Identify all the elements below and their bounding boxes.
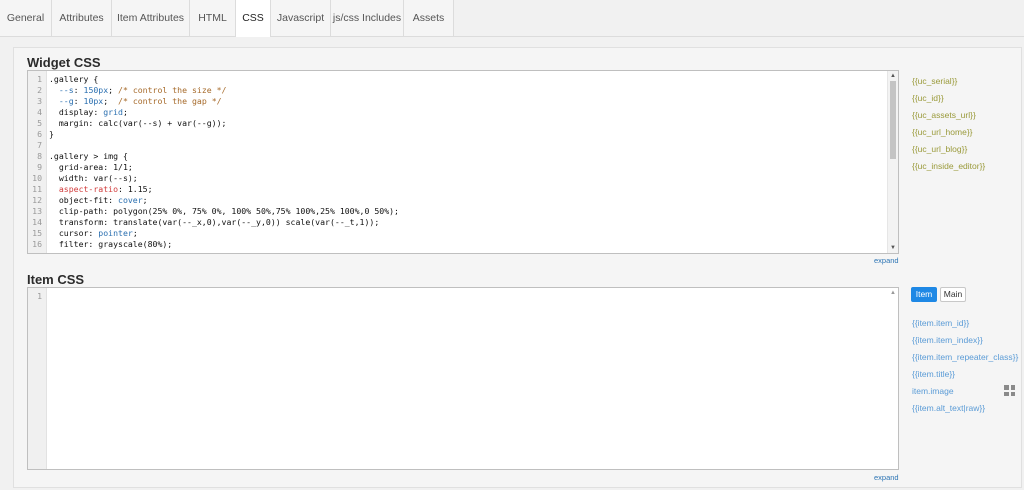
placeholder-uc-id[interactable]: {{uc_id}} [912, 93, 944, 103]
code-text[interactable]: object-fit: cover; [49, 195, 148, 206]
placeholder-item-title[interactable]: {{item.title}} [912, 369, 955, 379]
scroll-up-arrow-icon[interactable]: ▲ [889, 72, 897, 80]
placeholder-uc-serial[interactable]: {{uc_serial}} [912, 76, 957, 86]
code-text[interactable]: .gallery > img { [49, 151, 128, 162]
editor-scrollbar[interactable]: ▲ [888, 288, 898, 469]
code-line[interactable]: 13 clip-path: polygon(25% 0%, 75% 0%, 10… [28, 206, 898, 217]
code-text[interactable]: margin: calc(var(--s) + var(--g)); [49, 118, 227, 129]
tab-assets[interactable]: Assets [404, 0, 454, 36]
code-line[interactable]: 4 display: grid; [28, 107, 898, 118]
line-number: 14 [32, 217, 42, 227]
line-number: 5 [37, 118, 42, 128]
code-text[interactable]: --g: 10px; /* control the gap */ [49, 96, 222, 107]
line-number: 2 [37, 85, 42, 95]
scroll-up-arrow-icon[interactable]: ▲ [889, 289, 897, 297]
code-line[interactable]: 9 grid-area: 1/1; [28, 162, 898, 173]
widget-css-expand-link[interactable]: expand [874, 256, 899, 265]
grid-icon[interactable] [1004, 385, 1015, 396]
main-toggle-button[interactable]: Main [940, 287, 966, 302]
code-text[interactable]: } [49, 129, 54, 140]
code-text[interactable]: filter: grayscale(80%); [49, 239, 172, 250]
placeholder-item-alt-text[interactable]: {{item.alt_text|raw}} [912, 403, 985, 413]
editor-scrollbar[interactable]: ▲ ▼ [887, 71, 898, 253]
widget-css-title: Widget CSS [27, 55, 101, 70]
placeholder-uc-url-home[interactable]: {{uc_url_home}} [912, 127, 973, 137]
tab-attributes[interactable]: Attributes [52, 0, 112, 36]
scroll-down-arrow-icon[interactable]: ▼ [889, 244, 897, 252]
line-number: 10 [32, 173, 42, 183]
placeholder-uc-assets-url[interactable]: {{uc_assets_url}} [912, 110, 976, 120]
line-number: 11 [32, 184, 42, 194]
line-number: 6 [37, 129, 42, 139]
line-number: 3 [37, 96, 42, 106]
code-text[interactable]: display: grid; [49, 107, 128, 118]
code-line[interactable]: 7 [28, 140, 898, 151]
widget-css-editor[interactable]: 1 .gallery {2 --s: 150px; /* control the … [27, 70, 899, 254]
line-number: 4 [37, 107, 42, 117]
code-text[interactable]: --s: 150px; /* control the size */ [49, 85, 227, 96]
code-line[interactable]: 11 aspect-ratio: 1.15; [28, 184, 898, 195]
code-line[interactable]: 1 .gallery { [28, 74, 898, 85]
tab-javascript[interactable]: Javascript [271, 0, 331, 36]
line-number: 1 [37, 291, 42, 301]
placeholder-item-repeater-class[interactable]: {{item.item_repeater_class}} [912, 352, 1018, 362]
code-line[interactable]: 14 transform: translate(var(--_x,0),var(… [28, 217, 898, 228]
tab-js-css-includes[interactable]: js/css Includes [331, 0, 404, 36]
code-text[interactable]: clip-path: polygon(25% 0%, 75% 0%, 100% … [49, 206, 399, 217]
code-line[interactable]: 12 object-fit: cover; [28, 195, 898, 206]
line-number: 7 [37, 140, 42, 150]
code-text[interactable]: aspect-ratio: 1.15; [49, 184, 153, 195]
placeholder-item-index[interactable]: {{item.item_index}} [912, 335, 983, 345]
code-text[interactable]: transform: translate(var(--_x,0),var(--_… [49, 217, 379, 228]
line-number: 8 [37, 151, 42, 161]
line-number: 9 [37, 162, 42, 172]
tab-html[interactable]: HTML [190, 0, 236, 36]
tab-css[interactable]: CSS [236, 0, 271, 37]
tab-bar: General Attributes Item Attributes HTML … [0, 0, 1024, 37]
code-line[interactable]: 10 width: var(--s); [28, 173, 898, 184]
placeholder-item-id[interactable]: {{item.item_id}} [912, 318, 969, 328]
tab-item-attributes[interactable]: Item Attributes [112, 0, 190, 36]
code-text[interactable]: width: var(--s); [49, 173, 138, 184]
placeholder-item-image[interactable]: item.image [912, 386, 954, 396]
code-text[interactable]: cursor: pointer; [49, 228, 138, 239]
code-line[interactable]: 2 --s: 150px; /* control the size */ [28, 85, 898, 96]
tab-general[interactable]: General [0, 0, 52, 36]
code-line[interactable]: 3 --g: 10px; /* control the gap */ [28, 96, 898, 107]
line-number: 16 [32, 239, 42, 249]
code-line[interactable]: 16 filter: grayscale(80%); [28, 239, 898, 250]
code-line[interactable]: 15 cursor: pointer; [28, 228, 898, 239]
line-number: 1 [37, 74, 42, 84]
code-line[interactable]: 8 .gallery > img { [28, 151, 898, 162]
scroll-thumb[interactable] [890, 81, 896, 159]
item-css-title: Item CSS [27, 272, 85, 287]
item-css-expand-link[interactable]: expand [874, 473, 899, 482]
line-gutter [28, 288, 47, 469]
item-css-editor[interactable]: 1 ▲ [27, 287, 899, 470]
placeholder-uc-url-blog[interactable]: {{uc_url_blog}} [912, 144, 967, 154]
line-number: 12 [32, 195, 42, 205]
code-line[interactable]: 5 margin: calc(var(--s) + var(--g)); [28, 118, 898, 129]
code-line[interactable]: 1 [28, 291, 898, 302]
code-text[interactable]: .gallery { [49, 74, 98, 85]
item-toggle-button[interactable]: Item [911, 287, 937, 302]
line-number: 15 [32, 228, 42, 238]
code-line[interactable]: 6} [28, 129, 898, 140]
line-number: 13 [32, 206, 42, 216]
code-text[interactable]: grid-area: 1/1; [49, 162, 133, 173]
placeholder-uc-inside-editor[interactable]: {{uc_inside_editor}} [912, 161, 985, 171]
